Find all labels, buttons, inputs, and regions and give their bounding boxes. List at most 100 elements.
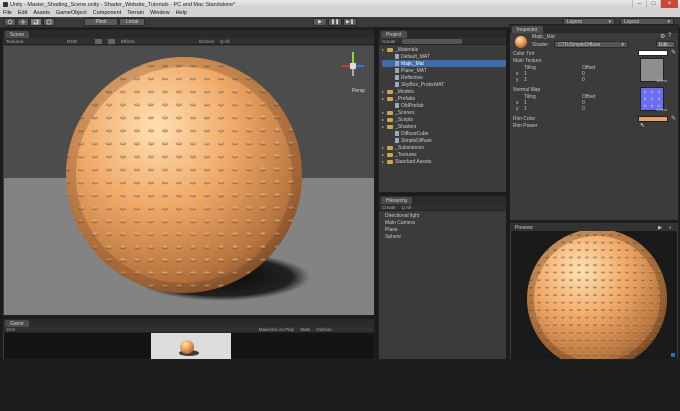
- asset-icon: [395, 103, 399, 108]
- project-item[interactable]: ▸ _Textures: [382, 151, 506, 158]
- aspect-dropdown[interactable]: 16:9: [6, 327, 15, 332]
- project-create-dropdown[interactable]: Create: [382, 39, 396, 44]
- project-item[interactable]: ▸ Standard Assets: [382, 158, 506, 165]
- menu-component[interactable]: Component: [93, 10, 121, 16]
- help-icon[interactable]: ?: [668, 33, 671, 39]
- menu-help[interactable]: Help: [176, 10, 187, 16]
- folder-icon: [387, 110, 393, 115]
- scale-tool-button[interactable]: [43, 18, 55, 26]
- scene-lighting-toggle[interactable]: [95, 38, 103, 44]
- hierarchy-create-dropdown[interactable]: Create: [382, 205, 396, 210]
- local-toggle[interactable]: Local: [119, 18, 145, 26]
- eyedropper-icon[interactable]: ✎: [671, 49, 676, 56]
- pivot-toggle[interactable]: Pivot: [84, 18, 118, 26]
- preview-corner-icon: [671, 353, 675, 357]
- maximize-button[interactable]: □: [646, 0, 660, 8]
- menu-edit[interactable]: Edit: [18, 10, 27, 16]
- eyedropper-icon[interactable]: ✎: [671, 115, 676, 122]
- project-item[interactable]: ▸ _Materials: [382, 46, 506, 53]
- project-item-label: _Textures: [395, 151, 417, 158]
- material-name: Majic_Mat: [532, 34, 555, 40]
- minimize-button[interactable]: –: [632, 0, 646, 8]
- game-tabbar: Game: [3, 319, 374, 327]
- game-viewport[interactable]: [4, 333, 374, 359]
- rotate-tool-button[interactable]: [30, 18, 42, 26]
- game-gizmos-toggle[interactable]: Gizmos: [316, 327, 331, 332]
- tab-inspector[interactable]: Inspector: [512, 26, 543, 33]
- project-item-label: _Prefabs: [395, 95, 416, 102]
- project-search-input[interactable]: [401, 38, 462, 44]
- project-item[interactable]: ▸ _Substances: [382, 144, 506, 151]
- rotate-icon: [33, 19, 39, 25]
- gear-icon[interactable]: ⚙: [660, 33, 665, 40]
- tab-hierarchy[interactable]: Hierarchy: [381, 197, 413, 204]
- tab-game[interactable]: Game: [5, 320, 29, 327]
- shader-dropdown[interactable]: CTD/SimpleDiffuse ▾: [554, 41, 628, 48]
- hand-tool-button[interactable]: [4, 18, 16, 26]
- hierarchy-item-sphere[interactable]: Sphere: [385, 233, 506, 240]
- step-button[interactable]: ▶❚: [343, 18, 357, 26]
- move-tool-button[interactable]: [17, 18, 29, 26]
- tab-project[interactable]: Project: [381, 31, 407, 38]
- menu-gameobject[interactable]: GameObject: [56, 10, 87, 16]
- menu-terrain[interactable]: Terrain: [127, 10, 144, 16]
- normal-tiling-y-label: y: [516, 106, 519, 112]
- close-button[interactable]: ×: [660, 0, 678, 8]
- scene-orientation-gizmo[interactable]: [338, 50, 368, 86]
- project-item-label: _Shaders: [395, 123, 417, 130]
- project-item[interactable]: Reflective: [382, 74, 506, 81]
- project-item[interactable]: ▸ _Models: [382, 88, 506, 95]
- tiling-y-label: y: [516, 77, 519, 83]
- material-preview-viewport[interactable]: [511, 231, 677, 359]
- folder-icon: [387, 47, 393, 52]
- menu-window[interactable]: Window: [150, 10, 170, 16]
- color-tint-swatch[interactable]: [638, 50, 668, 56]
- rgb-dropdown[interactable]: RGB: [67, 39, 77, 44]
- tiling-y-value[interactable]: 1: [524, 77, 527, 83]
- project-item[interactable]: Majic_Mat: [382, 60, 506, 67]
- main-texture-select-button[interactable]: Select: [656, 78, 667, 83]
- maximize-on-play-toggle[interactable]: Maximize on Play: [259, 327, 294, 332]
- project-item[interactable]: ▸ _Prefabs: [382, 95, 506, 102]
- hierarchy-item-directional-light[interactable]: Directional light: [385, 212, 506, 219]
- normal-offset-y-value[interactable]: 0: [582, 106, 585, 112]
- normal-map-select-button[interactable]: Select: [656, 107, 667, 112]
- hierarchy-search-input[interactable]: Q All: [402, 205, 412, 210]
- effects-dropdown[interactable]: Effects: [121, 39, 135, 44]
- scene-viewport[interactable]: Persp: [4, 46, 374, 315]
- menu-assets[interactable]: Assets: [33, 10, 50, 16]
- project-item-label: _Materials: [395, 46, 419, 53]
- project-item[interactable]: Default_MAT: [382, 53, 506, 60]
- tab-scene[interactable]: Scene: [5, 31, 30, 38]
- folder-icon: [387, 152, 393, 157]
- project-item[interactable]: SimpleDiffuse: [382, 137, 506, 144]
- project-item[interactable]: ▸ _Scenes: [382, 109, 506, 116]
- play-button[interactable]: ▶: [313, 18, 327, 26]
- project-item[interactable]: DiffuseCube: [382, 130, 506, 137]
- game-panel: Game 16:9 Maximize on Play Stats Gizmos: [2, 318, 375, 360]
- menu-file[interactable]: File: [3, 10, 12, 16]
- project-item[interactable]: ▸ _Shaders: [382, 123, 506, 130]
- project-item-label: SkyBox_ProbeMAT: [401, 81, 445, 88]
- offset-y-value[interactable]: 0: [582, 77, 585, 83]
- project-item[interactable]: Plane_MAT: [382, 67, 506, 74]
- normal-tiling-y-value[interactable]: 1: [524, 106, 527, 112]
- gizmos-dropdown[interactable]: Gizmos: [199, 39, 214, 44]
- pause-button[interactable]: ❚❚: [328, 18, 342, 26]
- project-item[interactable]: ▸ _Scripts: [382, 116, 506, 123]
- hierarchy-tab-label: Hierarchy: [386, 197, 408, 204]
- project-item[interactable]: SkyBox_ProbeMAT: [382, 81, 506, 88]
- shading-mode-dropdown[interactable]: Textured: [6, 39, 23, 44]
- stats-toggle[interactable]: Stats: [300, 327, 310, 332]
- scene-audio-toggle[interactable]: [108, 38, 116, 44]
- hierarchy-item-main-camera[interactable]: Main Camera: [385, 219, 506, 226]
- project-item-label: Standard Assets: [395, 158, 432, 165]
- edit-shader-button[interactable]: Edit...: [656, 41, 675, 48]
- scene-search-input[interactable]: Q All: [220, 39, 230, 44]
- material-preview-icon: [515, 36, 527, 48]
- project-item[interactable]: OldPrefab: [382, 102, 506, 109]
- hierarchy-item-plane[interactable]: Plane: [385, 226, 506, 233]
- unity-logo-icon: [3, 2, 8, 7]
- scale-icon: [46, 19, 52, 25]
- local-label: Local: [126, 19, 138, 25]
